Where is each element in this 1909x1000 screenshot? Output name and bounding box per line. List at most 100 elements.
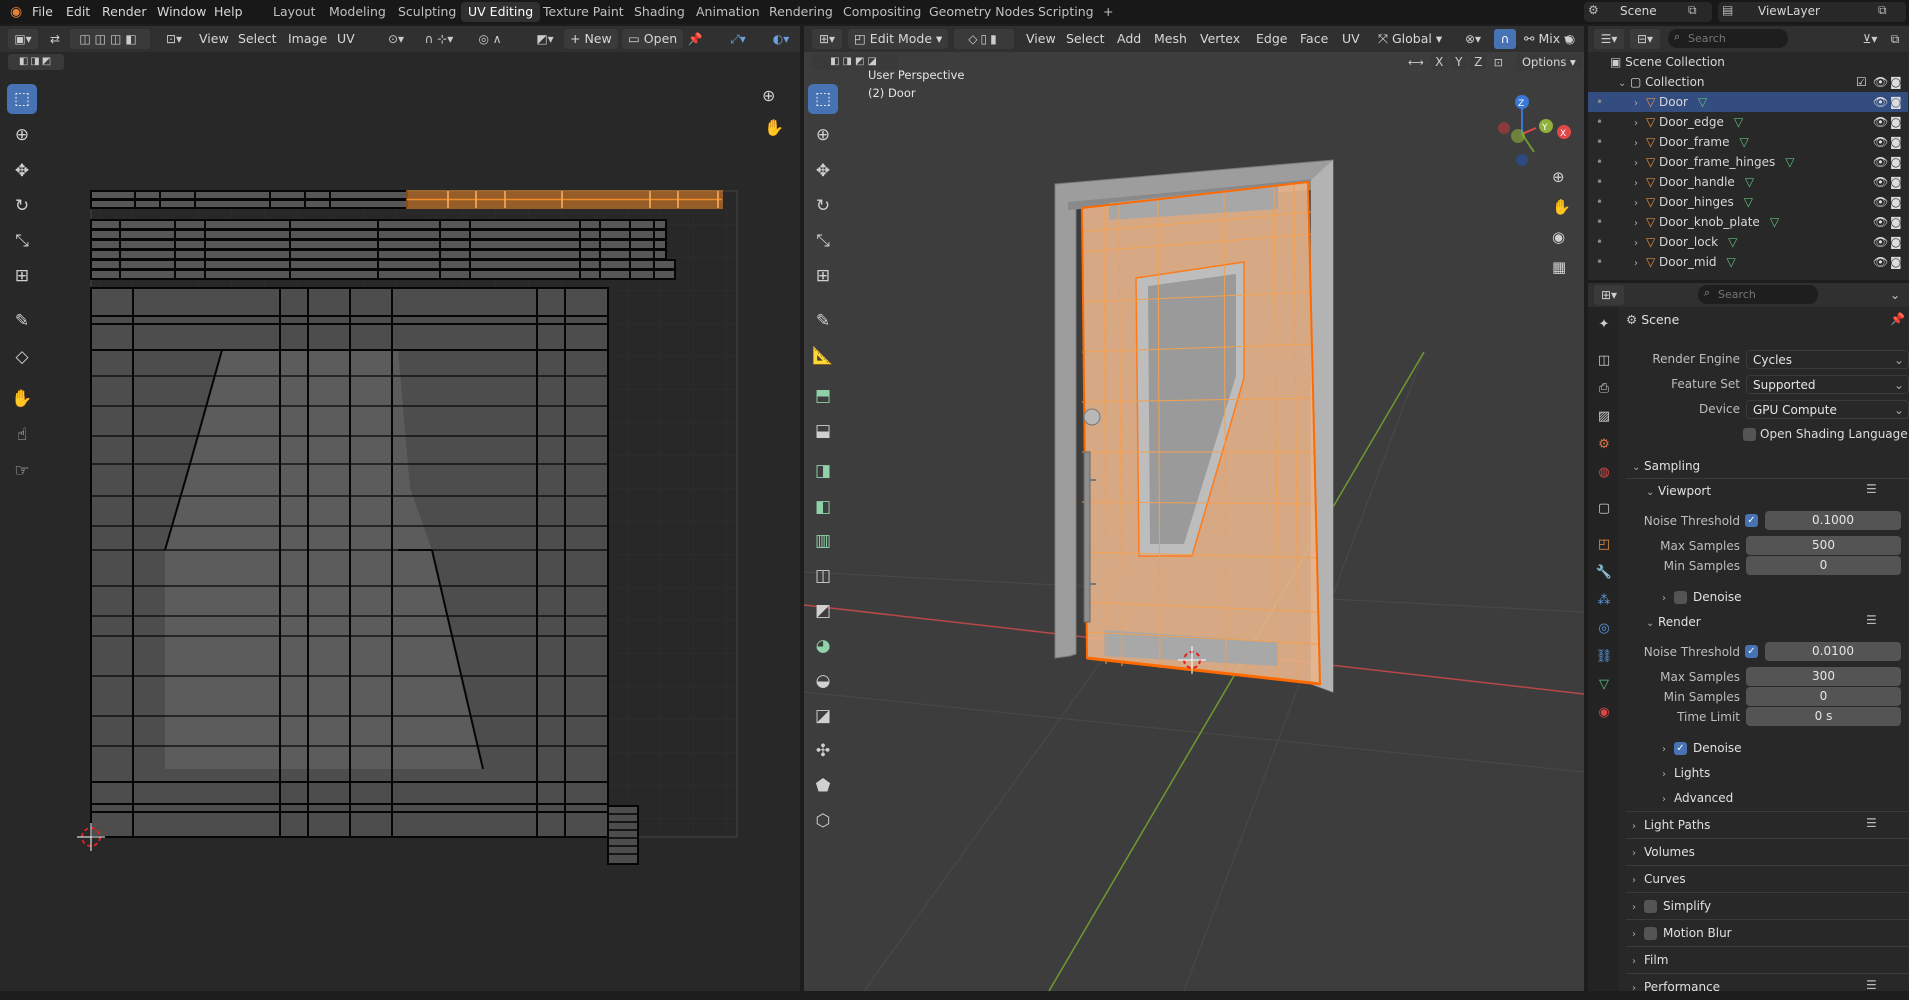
add-cube-tool-icon[interactable]: ⬒ bbox=[808, 381, 838, 411]
render-camera-icon[interactable]: ◙ bbox=[1890, 252, 1902, 272]
vp-annotate-tool-icon[interactable]: ✎ bbox=[808, 306, 838, 336]
osl-checkbox[interactable] bbox=[1743, 428, 1756, 441]
proportional-icon[interactable]: ◉ bbox=[1560, 29, 1580, 49]
pivot-point-icon[interactable]: ⊗▾ bbox=[1456, 29, 1490, 49]
menu-file[interactable]: File bbox=[26, 0, 59, 24]
tab-rendering[interactable]: Rendering bbox=[762, 2, 840, 22]
vp-menu-view[interactable]: View bbox=[1020, 29, 1062, 49]
output-tab-icon[interactable]: ⎙ bbox=[1593, 378, 1615, 400]
add-workspace-icon[interactable]: + bbox=[1096, 2, 1120, 22]
vp-min-samples-field[interactable]: 0 bbox=[1746, 556, 1901, 575]
visibility-eye-icon[interactable]: 👁 bbox=[1873, 152, 1888, 172]
outliner-object-row[interactable]: › ▽ Door_frame ▽ 👁 ◙ • bbox=[1588, 132, 1908, 152]
menu-edit[interactable]: Edit bbox=[60, 0, 96, 24]
feature-set-dropdown[interactable]: Supported ⌄ bbox=[1746, 375, 1909, 394]
section-header[interactable]: › Motion Blur bbox=[1632, 922, 1732, 944]
section-header[interactable]: › Light Paths bbox=[1632, 814, 1710, 836]
section-presets-icon[interactable]: ☰ bbox=[1866, 978, 1877, 992]
outliner-editor-type-icon[interactable]: ☰▾ bbox=[1594, 29, 1624, 49]
vp-noise-threshold-field[interactable]: 0.1000 bbox=[1765, 511, 1901, 530]
view-layer-selector[interactable]: ▤ ViewLayer ⧉ bbox=[1718, 2, 1906, 22]
outliner-search-input[interactable] bbox=[1688, 30, 1784, 46]
outliner-object-row[interactable]: › ▽ Door_frame_hinges ▽ 👁 ◙ • bbox=[1588, 152, 1908, 172]
expand-icon[interactable]: › bbox=[1634, 254, 1646, 274]
view-layer-tab-icon[interactable]: ▨ bbox=[1593, 406, 1615, 428]
edge-slide-tool-icon[interactable]: ◪ bbox=[808, 701, 838, 731]
r-min-samples-field[interactable]: 0 bbox=[1746, 687, 1901, 706]
visibility-eye-icon[interactable]: 👁 bbox=[1873, 132, 1888, 152]
viewport-scene[interactable]: Z X Y bbox=[804, 72, 1584, 991]
props-editor-type-icon[interactable]: ⊞▾ bbox=[1594, 285, 1624, 305]
rip-tool-icon[interactable]: ⬡ bbox=[808, 806, 838, 836]
outliner-object-row[interactable]: › ▽ Door_edge ▽ 👁 ◙ • bbox=[1588, 112, 1908, 132]
render-engine-dropdown[interactable]: Cycles ⌄ bbox=[1746, 350, 1909, 369]
particles-tab-icon[interactable]: ⁂ bbox=[1593, 590, 1615, 612]
tab-sculpting[interactable]: Sculpting bbox=[391, 2, 463, 22]
camera-view-icon[interactable]: ◉ bbox=[1552, 228, 1565, 246]
viewport-subpanel-header[interactable]: ⌄ Viewport bbox=[1646, 480, 1711, 502]
device-dropdown[interactable]: GPU Compute ⌄ bbox=[1746, 400, 1909, 419]
modifier-tab-icon[interactable]: 🔧 bbox=[1593, 562, 1615, 584]
visibility-eye-icon[interactable]: 👁 bbox=[1873, 212, 1888, 232]
r-denoise-header[interactable]: › ✓ Denoise bbox=[1662, 737, 1742, 759]
world-tab-icon[interactable]: ◍ bbox=[1593, 462, 1615, 484]
properties-search[interactable]: ⌕ bbox=[1698, 285, 1818, 304]
r-max-samples-field[interactable]: 300 bbox=[1746, 667, 1901, 686]
options-dropdown[interactable]: Options ▾ bbox=[1516, 53, 1582, 71]
outliner-collection[interactable]: ⌄ ▢ Collection ☑ 👁 ◙ bbox=[1588, 72, 1908, 92]
axis-y-toggle[interactable]: Y bbox=[1450, 54, 1467, 70]
section-header[interactable]: › Volumes bbox=[1632, 841, 1695, 863]
visibility-eye-icon[interactable]: 👁 bbox=[1873, 112, 1888, 132]
axis-x-toggle[interactable]: X bbox=[1431, 54, 1448, 70]
section-header[interactable]: › Film bbox=[1632, 949, 1668, 971]
expand-icon[interactable]: › bbox=[1634, 114, 1646, 134]
uv-map[interactable] bbox=[0, 26, 800, 991]
vp-menu-edge[interactable]: Edge bbox=[1250, 29, 1293, 49]
poly-build-tool-icon[interactable]: ◩ bbox=[808, 596, 838, 626]
extrude-tool-icon[interactable]: ⬓ bbox=[808, 416, 838, 446]
object-tab-icon[interactable]: ◰ bbox=[1593, 534, 1615, 556]
tool-tab-icon[interactable]: ✦ bbox=[1593, 314, 1615, 336]
constraints-tab-icon[interactable]: ⛓ bbox=[1593, 646, 1615, 668]
section-header[interactable]: › Performance bbox=[1632, 976, 1720, 998]
render-camera-icon[interactable]: ◙ bbox=[1890, 212, 1902, 232]
visibility-eye-icon[interactable]: 👁 bbox=[1873, 172, 1888, 192]
mirror-icon[interactable]: ⟷ bbox=[1408, 56, 1424, 69]
bevel-tool-icon[interactable]: ◧ bbox=[808, 492, 838, 522]
outliner-object-row[interactable]: › ▽ Door_hinges ▽ 👁 ◙ • bbox=[1588, 192, 1908, 212]
lights-header[interactable]: › Lights bbox=[1662, 762, 1710, 784]
render-camera-icon[interactable]: ◙ bbox=[1890, 72, 1902, 92]
vp-noise-threshold-checkbox[interactable]: ✓ bbox=[1745, 514, 1758, 527]
expand-icon[interactable]: › bbox=[1634, 214, 1646, 234]
physics-tab-icon[interactable]: ◎ bbox=[1593, 618, 1615, 640]
tab-scripting[interactable]: Scripting bbox=[1031, 2, 1101, 22]
outliner-scene-collection[interactable]: ▣ Scene Collection bbox=[1588, 52, 1908, 72]
render-camera-icon[interactable]: ◙ bbox=[1890, 232, 1902, 252]
advanced-header[interactable]: › Advanced bbox=[1662, 787, 1733, 809]
shrink-fatten-tool-icon[interactable]: ✣ bbox=[808, 736, 838, 766]
vp-rotate-tool-icon[interactable]: ↻ bbox=[808, 191, 838, 221]
vp-menu-mesh[interactable]: Mesh bbox=[1148, 29, 1193, 49]
vp-menu-vertex[interactable]: Vertex bbox=[1194, 29, 1246, 49]
r-noise-threshold-checkbox[interactable]: ✓ bbox=[1745, 645, 1758, 658]
vp-scale-tool-icon[interactable]: ⤡ bbox=[808, 226, 838, 256]
transform-orientation-selector[interactable]: ⤧ Global ▾ bbox=[1372, 29, 1448, 49]
collection-tab-icon[interactable]: ▢ bbox=[1593, 498, 1615, 520]
scene-tab-icon[interactable]: ⚙ bbox=[1593, 434, 1615, 456]
material-tab-icon[interactable]: ◉ bbox=[1593, 702, 1615, 724]
outliner-object-row[interactable]: › ▽ Door_knob_plate ▽ 👁 ◙ • bbox=[1588, 212, 1908, 232]
smooth-tool-icon[interactable]: ◒ bbox=[808, 666, 838, 696]
tab-shading[interactable]: Shading bbox=[627, 2, 692, 22]
expand-icon[interactable]: › bbox=[1634, 94, 1646, 114]
new-scene-icon[interactable]: ⧉ bbox=[1688, 3, 1697, 18]
new-view-layer-icon[interactable]: ⧉ bbox=[1878, 3, 1887, 18]
vp-max-samples-field[interactable]: 500 bbox=[1746, 536, 1901, 555]
blender-logo-icon[interactable]: ◉ bbox=[4, 0, 28, 24]
section-presets-icon[interactable]: ☰ bbox=[1866, 816, 1877, 830]
properties-search-input[interactable] bbox=[1718, 286, 1814, 302]
loop-cut-tool-icon[interactable]: ▥ bbox=[808, 526, 838, 556]
outliner-object-row[interactable]: › ▽ Door_lock ▽ 👁 ◙ • bbox=[1588, 232, 1908, 252]
render-tab-icon[interactable]: ◫ bbox=[1593, 350, 1615, 372]
render-camera-icon[interactable]: ◙ bbox=[1890, 172, 1902, 192]
section-header[interactable]: › Simplify bbox=[1632, 895, 1711, 917]
